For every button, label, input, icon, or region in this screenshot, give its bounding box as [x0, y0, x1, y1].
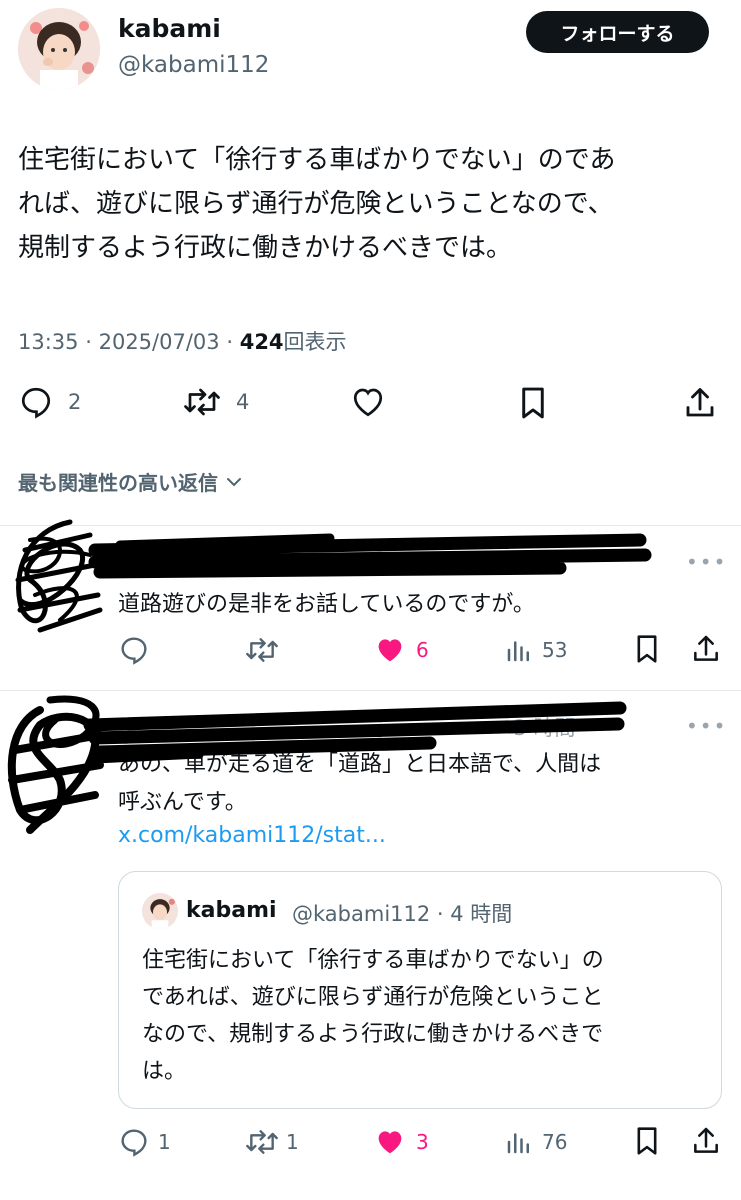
reply-text: あの、車が走る道を「道路」と日本語で、人間は 呼ぶんです。 [118, 746, 718, 822]
retweet-action[interactable]: 4 [182, 384, 249, 420]
like-action[interactable] [349, 384, 387, 424]
reply-action[interactable]: 1 [118, 1126, 171, 1158]
share-action[interactable] [682, 384, 718, 426]
reply-text-line: 呼ぶんです。 [118, 790, 247, 815]
reply-text-line: あの、車が走る道を「道路」と日本語で、人間は [118, 752, 602, 777]
like-count: 6 [416, 638, 429, 662]
view-count[interactable]: 424 [240, 330, 284, 354]
share-icon [694, 635, 718, 661]
reply-action[interactable]: 2 [18, 384, 81, 420]
reply-icon [21, 387, 51, 419]
quote-author-name: kabami [186, 898, 277, 923]
divider [0, 525, 741, 526]
retweet-icon [246, 1130, 278, 1154]
chevron-down-icon [227, 477, 241, 486]
author-handle[interactable]: @kabami112 [118, 52, 269, 78]
reply-timestamp[interactable]: · 3 時間 [350, 548, 425, 578]
quote-text-line: であれば、遊びに限らず通行が危険ということ [142, 985, 604, 1010]
bookmark-action[interactable] [632, 632, 662, 670]
meta-separator: · [85, 330, 92, 354]
retweet-count: 1 [286, 1130, 299, 1154]
tweet-text: 住宅街において「徐行する車ばかりでない」のであ れば、遊びに限らず通行が危険とい… [18, 138, 723, 270]
more-icon[interactable]: ••• [686, 714, 727, 738]
view-count-label: 回表示 [283, 330, 347, 354]
quote-text-line: 住宅街において「徐行する車ばかりでない」の [142, 948, 604, 973]
quote-avatar [142, 893, 178, 929]
quote-handle: @kabami112 [292, 902, 431, 926]
views-action[interactable]: 53 [504, 634, 567, 666]
quote-text: 住宅街において「徐行する車ばかりでない」の であれば、遊びに限らず通行が危険とい… [142, 942, 702, 1090]
reply-icon [121, 637, 147, 665]
more-icon[interactable]: ••• [686, 550, 727, 574]
tweet-text-line: 住宅街において「徐行する車ばかりでない」のであ [18, 145, 616, 175]
bookmark-action[interactable] [516, 384, 550, 426]
tweet-date[interactable]: 2025/07/03 [99, 330, 220, 354]
reply-timestamp[interactable]: · 3 時間 [500, 712, 575, 742]
heart-filled-icon [378, 639, 402, 662]
reply-sort-dropdown[interactable]: 最も関連性の高い返信 [18, 467, 244, 496]
retweet-icon [184, 388, 220, 416]
bookmark-action[interactable] [632, 1124, 662, 1162]
meta-separator: · [226, 330, 234, 354]
tweet-text-line: れば、遊びに限らず通行が危険ということなので、 [18, 189, 614, 219]
like-action[interactable]: 6 [374, 634, 429, 666]
retweet-action[interactable]: 1 [244, 1126, 299, 1158]
reply-icon [121, 1129, 147, 1157]
heart-filled-icon [378, 1131, 402, 1154]
bookmark-icon [637, 1127, 657, 1155]
tweet-time[interactable]: 13:35 [18, 330, 79, 354]
heart-icon [353, 388, 383, 417]
analytics-icon [507, 1133, 529, 1154]
analytics-icon [507, 641, 529, 662]
tweet-meta: 13:35 · 2025/07/03 · 424回表示 [18, 326, 347, 356]
retweet-count: 4 [236, 390, 250, 414]
divider [0, 690, 741, 691]
follow-button[interactable]: フォローする [526, 11, 709, 53]
share-action[interactable] [690, 632, 722, 670]
views-action[interactable]: 76 [504, 1126, 567, 1158]
view-count: 53 [542, 638, 568, 662]
author-avatar[interactable] [18, 8, 100, 90]
reply-sort-label: 最も関連性の高い返信 [18, 471, 218, 495]
quote-author-handle: @kabami112 · 4 時間 [292, 898, 512, 928]
like-action[interactable]: 3 [374, 1126, 429, 1158]
author-name[interactable]: kabami [118, 14, 221, 43]
quote-text-line: なので、規制するよう行政に働きかけるべきで [142, 1022, 604, 1047]
like-count: 3 [416, 1130, 429, 1154]
bookmark-icon [637, 635, 657, 663]
retweet-action[interactable] [244, 634, 280, 670]
share-action[interactable] [690, 1124, 722, 1162]
bookmark-icon [522, 387, 544, 419]
retweet-icon [246, 638, 278, 662]
quote-text-line: は。 [142, 1059, 187, 1084]
share-icon [694, 1127, 718, 1153]
reply-count: 1 [158, 1130, 171, 1154]
view-count: 76 [542, 1130, 568, 1154]
reply-action[interactable] [118, 634, 150, 670]
reply-count: 2 [68, 390, 82, 414]
tweet-text-line: 規制するよう行政に働きかけるべきでは。 [18, 233, 513, 263]
share-icon [686, 388, 714, 417]
reply-text: 道路遊びの是非をお話しているのですが。 [118, 592, 535, 617]
quote-link[interactable]: x.com/kabami112/stat... [118, 823, 386, 848]
quote-timestamp: · 4 時間 [436, 902, 513, 926]
